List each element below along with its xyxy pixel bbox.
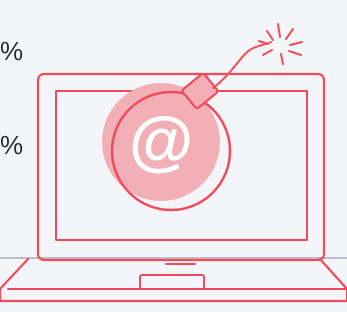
laptop-bomb-svg: @ (0, 23, 347, 303)
spark-icon (258, 23, 303, 65)
bomb-fuse (212, 41, 272, 89)
email-bomb-illustration: % % @ (0, 0, 347, 307)
at-symbol: @ (129, 103, 193, 177)
percent-text-top: % (0, 36, 24, 66)
laptop-base (0, 257, 347, 303)
percent-text-middle: % (0, 130, 24, 160)
bomb-icon: @ (102, 41, 272, 212)
laptop-trackpad (139, 274, 205, 290)
